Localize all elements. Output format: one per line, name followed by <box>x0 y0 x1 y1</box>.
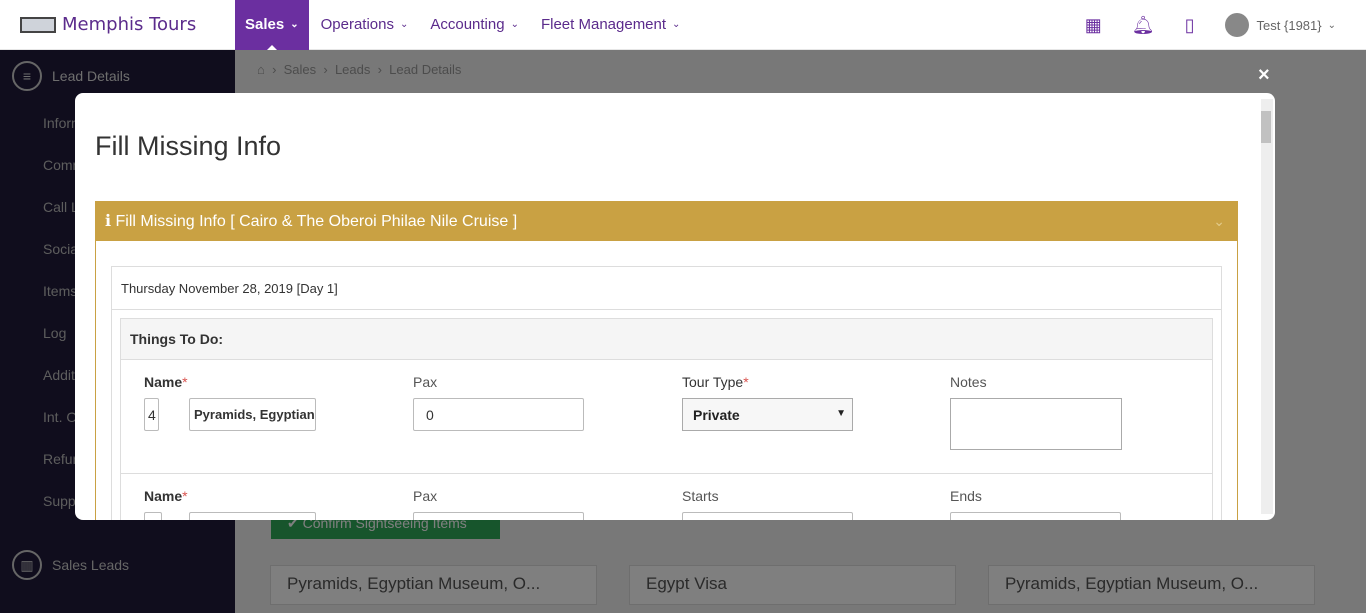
notes-textarea[interactable] <box>950 398 1122 450</box>
day-title: Thursday November 28, 2019 [Day 1] <box>112 267 1221 310</box>
modal-scrollbar[interactable] <box>1261 99 1273 514</box>
brand-name: Memphis Tours <box>62 14 197 35</box>
starts-input[interactable] <box>682 512 853 520</box>
top-navbar: Memphis Tours Sales ⌄ Operations ⌄ Account… <box>0 0 1366 50</box>
item-number-field[interactable]: 4 <box>144 398 159 431</box>
modal-title: Fill Missing Info <box>95 131 282 161</box>
item-row: Name* 4 Pyramids, Egyptian Museum, Old C… <box>121 360 1212 474</box>
things-to-do-section: Things To Do: Name* 4 Pyramids, Egyptian… <box>120 318 1213 520</box>
name-label: Name* <box>144 374 188 390</box>
nav-sales-label: Sales <box>245 16 285 33</box>
item-row: Name* Pax Starts Ends <box>121 474 1212 520</box>
nav-accounting[interactable]: Accounting ⌄ <box>420 0 529 50</box>
nav-accounting-label: Accounting <box>430 16 505 33</box>
item-number-field[interactable] <box>144 512 162 520</box>
nav-operations-label: Operations <box>320 16 394 33</box>
section-title: Things To Do: <box>121 319 1212 360</box>
close-icon[interactable]: × <box>1258 64 1270 87</box>
scrollbar-thumb[interactable] <box>1261 111 1271 143</box>
chevron-down-icon: ⌄ <box>399 19 409 30</box>
chevron-down-icon: ⌄ <box>672 19 681 30</box>
starts-label: Starts <box>682 488 719 504</box>
avatar <box>1224 13 1249 37</box>
name-input[interactable]: Pyramids, Egyptian Museum, Old Cairo <box>189 398 316 431</box>
brand-logo[interactable]: Memphis Tours <box>0 0 235 50</box>
chevron-down-icon[interactable]: ⌄ <box>1213 202 1225 241</box>
tour-type-label: Tour Type* <box>682 374 749 390</box>
dropdown-arrow-icon: ▼ <box>836 408 846 419</box>
pax-input[interactable] <box>413 512 584 520</box>
tour-type-select[interactable]: Private ▼ <box>682 398 853 431</box>
panel-header[interactable]: ℹ Fill Missing Info [ Cairo & The Oberoi… <box>96 202 1237 241</box>
nav-fleet-management[interactable]: Fleet Management ⌄ <box>531 0 690 50</box>
nav-fleet-label: Fleet Management <box>540 16 667 33</box>
logo-icon <box>20 16 56 33</box>
name-label: Name* <box>144 488 188 504</box>
calendar-icon[interactable]: ▦ <box>1085 15 1102 36</box>
chevron-down-icon: ⌄ <box>290 19 299 30</box>
chevron-down-icon: ⌄ <box>510 19 519 30</box>
notes-label: Notes <box>950 374 987 390</box>
ends-input[interactable] <box>950 512 1121 520</box>
chevron-down-icon: ⌄ <box>1327 19 1336 31</box>
ends-label: Ends <box>950 488 982 504</box>
pax-label: Pax <box>413 488 438 504</box>
user-menu[interactable]: Test {1981} ⌄ <box>1224 13 1336 37</box>
user-name: Test {1981} <box>1256 17 1322 33</box>
tour-type-value: Private <box>693 407 740 423</box>
bell-icon[interactable]: 🔔︎ <box>1132 15 1155 36</box>
panel-title: ℹ Fill Missing Info [ Cairo & The Oberoi… <box>105 213 518 230</box>
day-box: Thursday November 28, 2019 [Day 1] Thing… <box>111 266 1222 520</box>
missing-info-panel: ℹ Fill Missing Info [ Cairo & The Oberoi… <box>95 201 1238 520</box>
nav-operations[interactable]: Operations ⌄ <box>311 0 419 50</box>
nav-sales[interactable]: Sales ⌄ <box>235 0 309 50</box>
name-input[interactable] <box>189 512 316 520</box>
fill-missing-info-modal: Fill Missing Info ℹ Fill Missing Info [ … <box>75 93 1275 520</box>
pax-label: Pax <box>413 374 438 390</box>
notebook-icon[interactable]: ▯ <box>1185 15 1195 36</box>
pax-input[interactable]: 0 <box>413 398 584 431</box>
